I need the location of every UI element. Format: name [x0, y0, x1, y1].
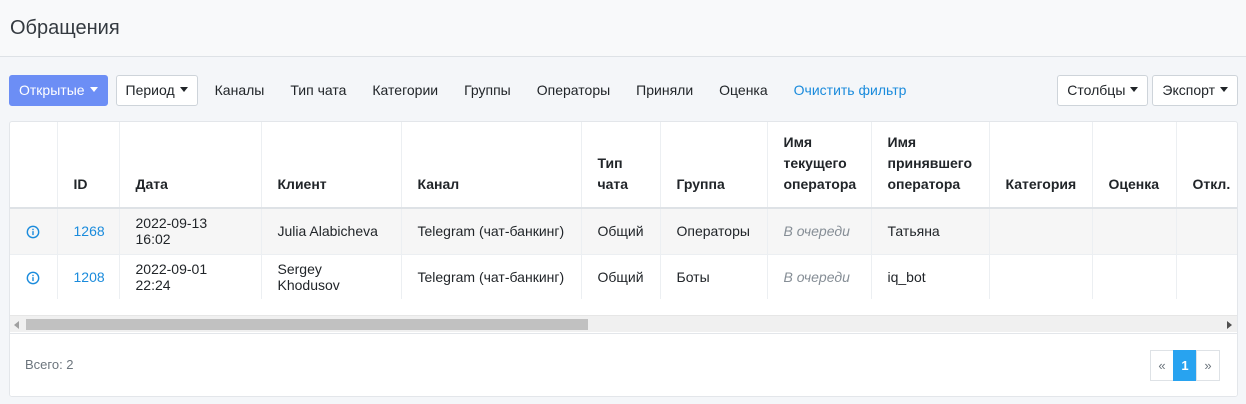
col-current-operator[interactable]: Имя текущего оператора	[767, 122, 872, 209]
pagination-page-1[interactable]: 1	[1173, 350, 1197, 381]
period-filter-button[interactable]: Период	[115, 74, 198, 106]
col-client[interactable]: Клиент	[261, 122, 402, 209]
filter-rating[interactable]: Оценка	[706, 82, 781, 98]
cell-category	[989, 253, 1093, 299]
filter-channels[interactable]: Каналы	[202, 82, 278, 98]
status-filter-label: Открытые	[19, 82, 85, 98]
caret-down-icon	[89, 86, 98, 92]
cell-channel: Telegram (чат-банкинг)	[401, 253, 582, 299]
scrollbar-thumb[interactable]	[26, 319, 588, 330]
status-filter-button[interactable]: Открытые	[9, 74, 108, 106]
columns-button[interactable]: Столбцы	[1057, 74, 1149, 106]
cell-current-operator: В очереди	[783, 269, 850, 286]
filter-chat-type[interactable]: Тип чата	[277, 82, 359, 98]
cell-rating	[1092, 253, 1177, 299]
total-count: Всего: 2	[25, 357, 74, 372]
table-header-row: ID Дата Клиент Канал Тип чата Группа Имя…	[10, 122, 1237, 209]
col-rejected[interactable]: Откл.	[1176, 122, 1237, 209]
col-info	[10, 122, 58, 209]
col-chat-type[interactable]: Тип чата	[581, 122, 661, 209]
caret-down-icon	[1130, 86, 1139, 92]
caret-down-icon	[1220, 86, 1228, 92]
col-accepted-operator[interactable]: Имя принявшего оператора	[871, 122, 990, 209]
requests-card: ID Дата Клиент Канал Тип чата Группа Имя…	[9, 121, 1238, 397]
col-date[interactable]: Дата	[119, 122, 262, 209]
request-id-link[interactable]: 1208	[74, 269, 105, 285]
cell-chat-type: Общий	[581, 253, 661, 299]
cell-channel: Telegram (чат-банкинг)	[401, 207, 582, 254]
clear-filter-link[interactable]: Очистить фильтр	[781, 82, 920, 98]
cell-group: Боты	[660, 253, 768, 299]
caret-down-icon	[179, 86, 188, 92]
pagination-prev[interactable]: «	[1150, 350, 1174, 381]
col-id[interactable]: ID	[57, 122, 120, 209]
filter-categories[interactable]: Категории	[359, 82, 451, 98]
filter-toolbar: Открытые Период Каналы Тип чата Категори…	[9, 74, 1238, 106]
table-scroll-area: ID Дата Клиент Канал Тип чата Группа Имя…	[10, 122, 1237, 299]
col-rating[interactable]: Оценка	[1092, 122, 1177, 209]
export-button[interactable]: Экспорт	[1152, 74, 1238, 106]
cell-rejected	[1176, 207, 1237, 254]
horizontal-scrollbar[interactable]	[10, 315, 1237, 332]
filter-accepted[interactable]: Приняли	[623, 82, 706, 98]
cell-chat-type: Общий	[581, 207, 661, 254]
page-header: Обращения	[0, 0, 1246, 57]
cell-accepted-operator: iq_bot	[871, 253, 990, 299]
col-channel[interactable]: Канал	[401, 122, 582, 209]
scroll-right-arrow-icon[interactable]	[1227, 321, 1232, 329]
cell-rejected	[1176, 253, 1237, 299]
cell-client: Julia Alabicheva	[261, 207, 402, 254]
cell-client: Sergey Khodusov	[261, 253, 402, 299]
card-footer: Всего: 2 « 1 »	[10, 333, 1237, 396]
col-group[interactable]: Группа	[660, 122, 768, 209]
info-circle-icon[interactable]	[26, 271, 40, 285]
columns-button-label: Столбцы	[1067, 82, 1126, 98]
filter-groups[interactable]: Группы	[451, 82, 524, 98]
request-id-link[interactable]: 1268	[74, 223, 105, 239]
info-circle-icon[interactable]	[26, 225, 40, 239]
pagination: « 1 »	[1150, 350, 1220, 381]
cell-rating	[1092, 207, 1177, 254]
table-row[interactable]: 1208 2022-09-01 22:24 Sergey Khodusov Te…	[10, 253, 1237, 299]
cell-group: Операторы	[660, 207, 768, 254]
filter-operators[interactable]: Операторы	[524, 82, 623, 98]
period-filter-label: Период	[125, 82, 175, 98]
export-button-label: Экспорт	[1162, 82, 1215, 98]
cell-current-operator: В очереди	[783, 223, 850, 240]
col-category[interactable]: Категория	[989, 122, 1093, 209]
cell-category	[989, 207, 1093, 254]
table-row[interactable]: 1268 2022-09-13 16:02 Julia Alabicheva T…	[10, 207, 1237, 254]
scroll-left-arrow-icon[interactable]	[14, 321, 19, 329]
cell-date: 2022-09-13 16:02	[119, 207, 262, 254]
pagination-next[interactable]: »	[1196, 350, 1220, 381]
requests-table: ID Дата Клиент Канал Тип чата Группа Имя…	[10, 122, 1237, 299]
cell-date: 2022-09-01 22:24	[119, 253, 262, 299]
page-title: Обращения	[10, 16, 120, 39]
cell-accepted-operator: Татьяна	[871, 207, 990, 254]
